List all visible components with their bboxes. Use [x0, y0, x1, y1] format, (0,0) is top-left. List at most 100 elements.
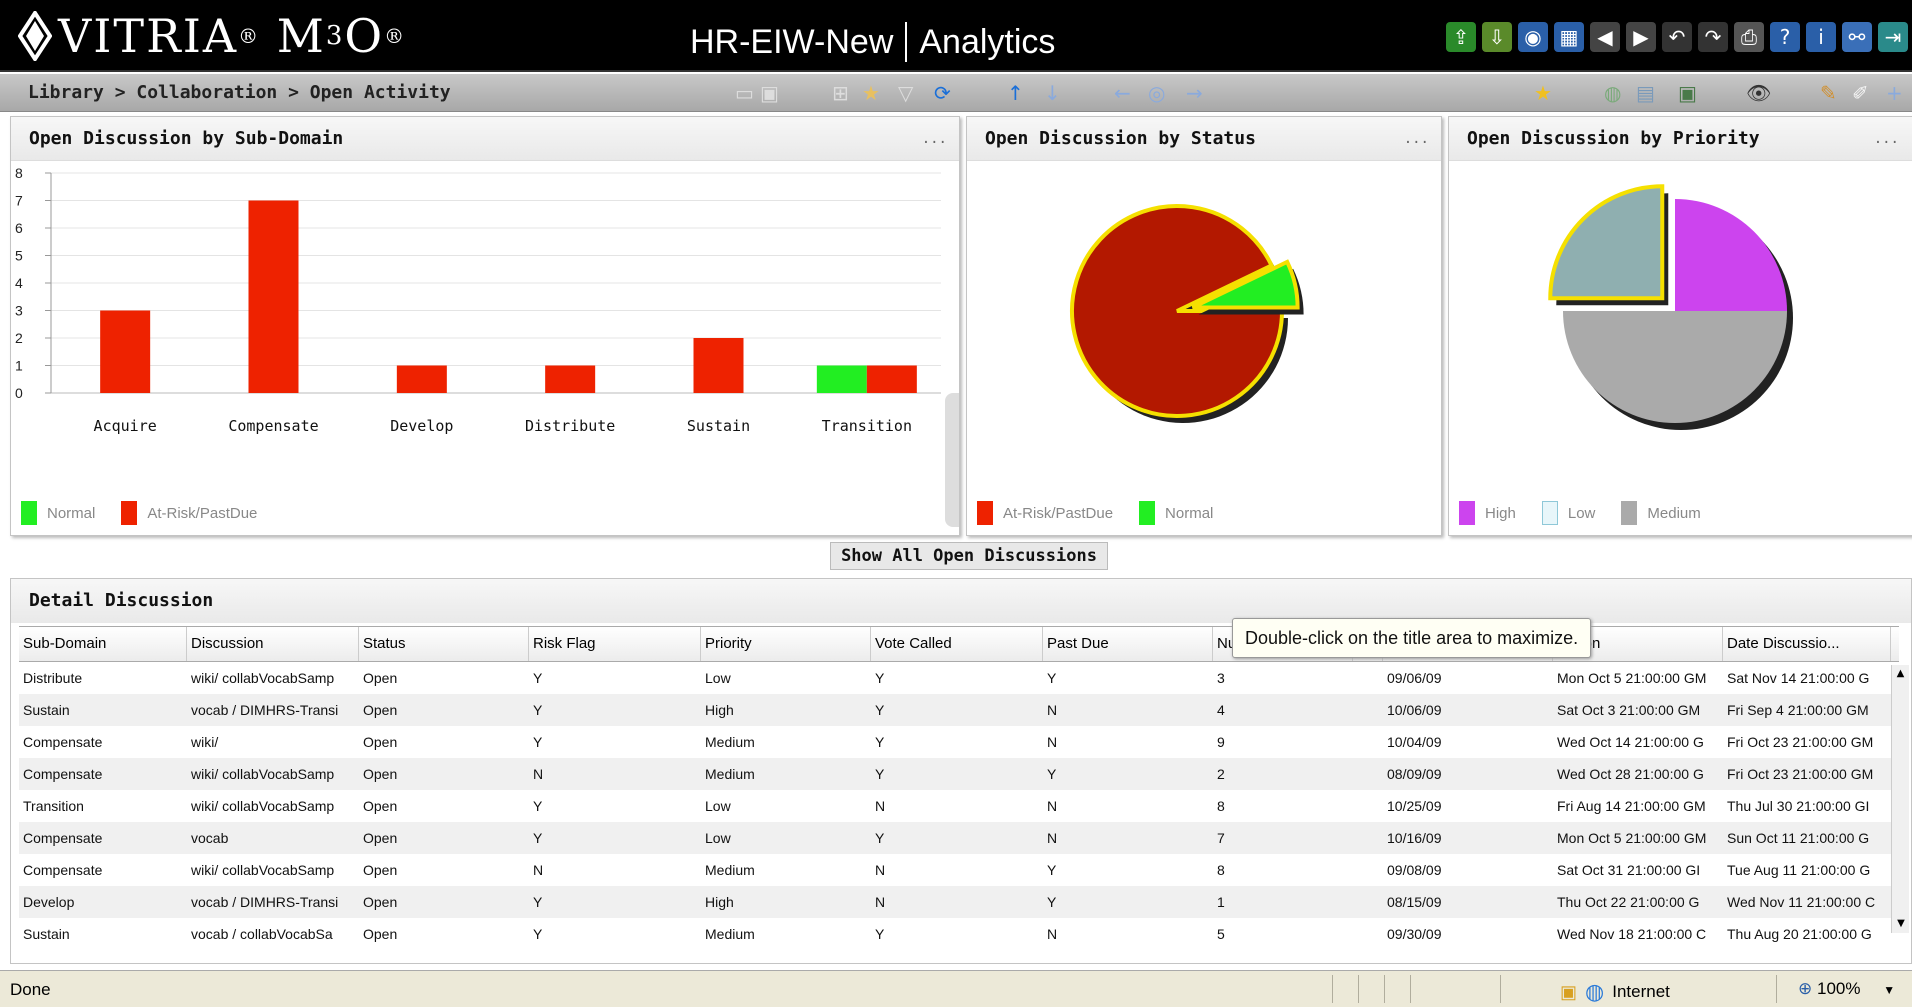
grid-icon[interactable]: ▦ — [1554, 22, 1584, 52]
subdomain-menu-button[interactable]: ... — [922, 117, 947, 161]
save-icon[interactable]: ▣ — [1678, 81, 1697, 105]
legend-item-normal[interactable]: Normal — [1139, 501, 1213, 525]
forward-icon[interactable]: ▶ — [1626, 22, 1656, 52]
zoom-control[interactable]: ⊕ 100% ▼ — [1798, 979, 1895, 999]
table-cell: N — [1047, 702, 1058, 718]
print-icon[interactable]: ⎙ — [1734, 22, 1764, 52]
bar-distribute-at-risk[interactable] — [545, 365, 596, 394]
link-icon[interactable]: ⚯ — [1842, 22, 1872, 52]
table-row[interactable]: Compensate wiki/ collabVocabSamp Open N Medi… — [19, 758, 1899, 790]
chevron-down-icon[interactable]: ▼ — [1883, 983, 1895, 997]
collapse-handle[interactable] — [945, 393, 959, 527]
subdomain-panel: Open Discussion by Sub-Domain ... 0 1 2 3 4 5… — [10, 116, 960, 536]
scroll-up-icon[interactable]: ▲ — [1892, 665, 1909, 683]
y-tick-label: 6 — [15, 220, 23, 236]
bar-transition-normal[interactable] — [816, 365, 867, 394]
logout-icon[interactable]: ⇥ — [1878, 22, 1908, 52]
tree-icon[interactable]: ⊞ — [832, 81, 849, 105]
table-cell: N — [533, 862, 544, 878]
move-up-icon[interactable]: ↑ — [1007, 81, 1024, 105]
column-header[interactable]: Priority — [701, 627, 871, 661]
info-icon[interactable]: i — [1806, 22, 1836, 52]
globe-icon[interactable]: ◍ — [1604, 81, 1621, 105]
table-row[interactable]: Develop vocab / DIMHRS-Transi Open Y High N Y 1… — [19, 886, 1899, 918]
add-icon[interactable]: + — [1886, 81, 1903, 105]
layout-icon[interactable]: ▭ — [735, 81, 754, 105]
table-row[interactable]: Compensate vocab Open Y Low Y N 7 10/16/09 Mon Oc… — [19, 822, 1899, 854]
settings-icon[interactable]: ✎ — [1820, 81, 1837, 105]
column-header[interactable]: Sub-Domain — [19, 627, 187, 661]
refresh-icon[interactable]: ⟳ — [934, 81, 951, 105]
legend-item-high[interactable]: High — [1459, 501, 1516, 525]
table-cell — [1353, 918, 1383, 950]
table-cell: 5 — [1217, 926, 1225, 942]
chat-icon[interactable]: ◉ — [1518, 22, 1548, 52]
table-row[interactable]: Compensate wiki/ collabVocabSamp Open N Medi… — [19, 854, 1899, 886]
subdomain-panel-title[interactable]: Open Discussion by Sub-Domain ... — [11, 117, 959, 161]
table-row[interactable]: Transition wiki/ collabVocabSamp Open Y Low N… — [19, 790, 1899, 822]
show-all-button[interactable]: Show All Open Discussions — [830, 542, 1108, 570]
move-right-icon[interactable]: → — [1186, 81, 1203, 105]
table-cell: N — [533, 766, 544, 782]
filter-icon[interactable]: ▽ — [898, 81, 913, 105]
slice-high[interactable] — [1675, 199, 1787, 311]
status-divider — [1776, 975, 1777, 1003]
table-cell: 7 — [1217, 830, 1225, 846]
target-icon[interactable]: ◎ — [1148, 81, 1165, 105]
redo-icon[interactable]: ↷ — [1698, 22, 1728, 52]
import-icon[interactable]: ⇩ — [1482, 22, 1512, 52]
edit-icon[interactable]: ✐ — [1852, 81, 1869, 105]
star-icon[interactable]: ★ — [1534, 81, 1552, 105]
table-cell: 09/06/09 — [1387, 670, 1442, 686]
legend-item-normal[interactable]: Normal — [21, 501, 95, 525]
section-name: Analytics — [919, 22, 1056, 61]
favorite-icon[interactable]: ★ — [862, 81, 880, 105]
column-header[interactable]: Status — [359, 627, 529, 661]
priority-menu-button[interactable]: ... — [1874, 117, 1899, 161]
breadcrumb[interactable]: Library > Collaboration > Open Activity — [28, 82, 451, 103]
bar-compensate-at-risk[interactable] — [248, 200, 299, 394]
table-row[interactable]: Sustain vocab / DIMHRS-Transi Open Y High Y N 4… — [19, 694, 1899, 726]
view-icon[interactable]: 👁 — [1746, 81, 1771, 105]
slice-low[interactable] — [1548, 184, 1665, 301]
status-menu-button[interactable]: ... — [1404, 117, 1429, 161]
panel-icon[interactable]: ▣ — [760, 81, 779, 105]
undo-icon[interactable]: ↶ — [1662, 22, 1692, 52]
priority-panel-title[interactable]: Open Discussion by Priority ... — [1449, 117, 1912, 161]
table-cell: 08/09/09 — [1387, 766, 1442, 782]
column-header[interactable]: Vote Called — [871, 627, 1043, 661]
table-cell: Medium — [705, 862, 755, 878]
security-zone[interactable]: ▣ ◍ Internet — [1560, 979, 1670, 1005]
chart-icon[interactable]: ▤ — [1636, 81, 1655, 105]
bar-develop-at-risk[interactable] — [396, 365, 447, 394]
legend-item-medium[interactable]: Medium — [1621, 501, 1701, 525]
column-header[interactable]: Discussion — [187, 627, 359, 661]
vertical-scrollbar[interactable]: ▲ ▼ — [1891, 665, 1909, 933]
table-row[interactable]: Compensate wiki/Open Y Medium Y N 9 10/04/09 Wed… — [19, 726, 1899, 758]
bar-acquire-at-risk[interactable] — [100, 310, 151, 394]
scroll-down-icon[interactable]: ▼ — [1892, 915, 1910, 933]
table-cell: Compensate — [23, 862, 103, 878]
legend-item-at-risk[interactable]: At-Risk/PastDue — [121, 501, 257, 525]
table-cell — [1353, 726, 1383, 758]
product-subscript: 3 — [325, 21, 345, 51]
legend-item-at-risk[interactable]: At-Risk/PastDue — [977, 501, 1113, 525]
export-icon[interactable]: ⇪ — [1446, 22, 1476, 52]
bar-sustain-at-risk[interactable] — [693, 338, 744, 393]
table-row[interactable]: Distribute wiki/ collabVocabSamp Open Y Low Y… — [19, 662, 1899, 694]
bar-transition-at-risk[interactable] — [866, 365, 917, 394]
column-header[interactable]: Date Discussio... — [1723, 627, 1891, 661]
move-left-icon[interactable]: ← — [1114, 81, 1131, 105]
table-cell: Wed Oct 14 21:00:00 G — [1557, 734, 1704, 750]
move-down-icon[interactable]: ↓ — [1044, 81, 1061, 105]
help-icon[interactable]: ? — [1770, 22, 1800, 52]
back-icon[interactable]: ◀ — [1590, 22, 1620, 52]
legend-item-low[interactable]: Low — [1541, 501, 1595, 525]
column-header[interactable]: Risk Flag — [529, 627, 701, 661]
table-row[interactable]: Sustain vocab / collabVocabSa Open Y Medium Y… — [19, 918, 1899, 950]
column-header[interactable]: Past Due — [1043, 627, 1213, 661]
table-cell: Y — [875, 830, 885, 846]
detail-title[interactable]: Detail Discussion — [11, 579, 1911, 623]
slice-medium[interactable] — [1563, 311, 1787, 423]
status-panel-title[interactable]: Open Discussion by Status ... — [967, 117, 1441, 161]
